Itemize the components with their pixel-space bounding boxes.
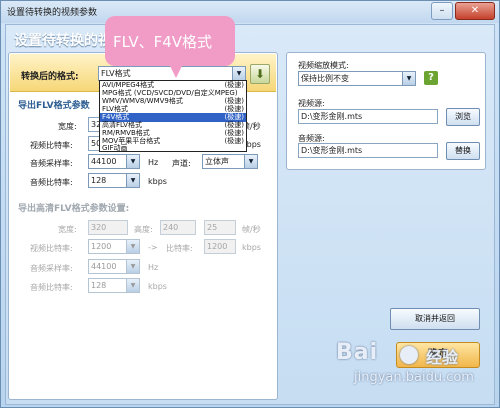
scale-mode-select[interactable]: 保持比例不变 ▼: [298, 71, 416, 86]
hd-audio-bitrate-unit: kbps: [148, 282, 167, 291]
video-source-input[interactable]: D:\变形金刚.mts: [298, 109, 438, 124]
hd-arrow: ->: [148, 243, 158, 252]
callout-tail: [169, 64, 183, 78]
chevron-down-icon[interactable]: ▼: [244, 155, 257, 168]
chevron-down-icon[interactable]: ▼: [126, 260, 139, 273]
format-option[interactable]: GIF动画: [100, 144, 246, 153]
format-option-label: 高清FLV格式: [102, 121, 142, 129]
hd-ratio-input[interactable]: 1200: [204, 239, 236, 254]
hd-flv-params-title: 导出高清FLV格式参数设置:: [18, 204, 130, 214]
flv-sample-rate-value: 44100: [91, 157, 117, 166]
chevron-down-icon[interactable]: ▼: [402, 72, 415, 85]
format-option-label: FLV格式: [102, 105, 128, 113]
hd-width-input[interactable]: 320: [88, 220, 128, 235]
flv-params-title: 导出FLV格式参数: [18, 101, 90, 111]
format-option-label: MPG格式 (VCD/SVCD/DVD/自定义MPEG): [102, 89, 238, 97]
help-icon[interactable]: ?: [424, 71, 438, 85]
flv-audio-bitrate-value: 128: [91, 176, 107, 185]
flv-channel-value: 立体声: [205, 157, 229, 166]
chevron-down-icon[interactable]: ▼: [126, 174, 139, 187]
window-title: 设置待转换的视频参数: [7, 8, 98, 18]
hd-height-label: 高度:: [134, 225, 153, 234]
hd-audio-bitrate-value: 128: [91, 281, 107, 290]
format-option-label: AVI/MPEG4格式: [102, 81, 155, 89]
flv-audio-bitrate-select[interactable]: 128 ▼: [88, 173, 140, 188]
flv-channel-label: 声道:: [172, 159, 191, 168]
hd-video-bitrate-select[interactable]: 1200 ▼: [88, 239, 140, 254]
download-arrow-icon[interactable]: ⬇: [250, 64, 270, 84]
hd-height-input[interactable]: 240: [160, 220, 196, 235]
format-option-label: GIF动画: [102, 144, 128, 152]
scale-mode-label: 视频缩放模式:: [298, 61, 349, 70]
hd-width-label: 宽度:: [58, 225, 77, 234]
annotation-callout: FLV、F4V格式: [105, 16, 235, 78]
format-dropdown-list: AVI/MPEG4格式 (极速) MPG格式 (VCD/SVCD/DVD/自定义M…: [99, 80, 247, 152]
flv-sample-rate-select[interactable]: 44100 ▼: [88, 154, 140, 169]
format-option-label: WMV/WMV8/WMV9格式: [102, 97, 183, 105]
flv-audio-bitrate-unit: kbps: [148, 177, 167, 186]
cancel-return-button[interactable]: 取消并返回: [390, 308, 480, 330]
dialog-heading: 设置待转换的视: [14, 33, 112, 49]
hd-sample-rate-unit: Hz: [148, 263, 159, 272]
hd-fps-unit: 帧/秒: [242, 225, 261, 234]
hd-sample-rate-value: 44100: [91, 262, 117, 271]
chevron-down-icon[interactable]: ▼: [126, 155, 139, 168]
format-option-label: F4V格式: [102, 113, 130, 121]
hd-ratio-unit: kbps: [242, 243, 261, 252]
hd-video-bitrate-label: 视频比特率:: [30, 244, 73, 253]
flv-audio-bitrate-label: 音频比特率:: [30, 178, 73, 187]
title-bar: 设置待转换的视频参数 – ✕: [1, 1, 499, 23]
browse-button[interactable]: 浏览: [446, 108, 480, 126]
hd-fps-input[interactable]: 25: [204, 220, 236, 235]
minimize-button[interactable]: –: [431, 2, 453, 20]
chevron-down-icon[interactable]: ▼: [126, 279, 139, 292]
scale-mode-value: 保持比例不变: [301, 74, 349, 83]
replace-button[interactable]: 替换: [446, 142, 480, 160]
flv-width-label: 宽度:: [58, 122, 77, 131]
confirm-button[interactable]: 确定: [396, 342, 480, 368]
hd-sample-rate-label: 音频采样率:: [30, 264, 73, 273]
flv-video-bitrate-label: 视频比特率:: [30, 141, 73, 150]
chevron-down-icon[interactable]: ▼: [232, 67, 245, 80]
target-format-value: FLV格式: [101, 69, 131, 78]
audio-source-input[interactable]: D:\变形金刚.mts: [298, 143, 438, 158]
hd-sample-rate-select[interactable]: 44100 ▼: [88, 259, 140, 274]
flv-sample-rate-unit: Hz: [148, 158, 159, 167]
annotation-text: FLV、F4V格式: [113, 33, 213, 51]
hd-audio-bitrate-label: 音频比特率:: [30, 283, 73, 292]
hd-audio-bitrate-select[interactable]: 128 ▼: [88, 278, 140, 293]
close-button[interactable]: ✕: [455, 2, 495, 20]
target-format-label: 转换后的格式:: [21, 72, 79, 82]
flv-channel-select[interactable]: 立体声 ▼: [202, 154, 258, 169]
format-option-label: RM/RMVB格式: [102, 129, 150, 137]
hd-video-bitrate-value: 1200: [91, 242, 112, 251]
flv-sample-rate-label: 音频采样率:: [30, 159, 73, 168]
hd-ratio-label: 比特率:: [166, 244, 193, 253]
chevron-down-icon[interactable]: ▼: [126, 240, 139, 253]
video-source-label: 视频源:: [298, 99, 325, 108]
